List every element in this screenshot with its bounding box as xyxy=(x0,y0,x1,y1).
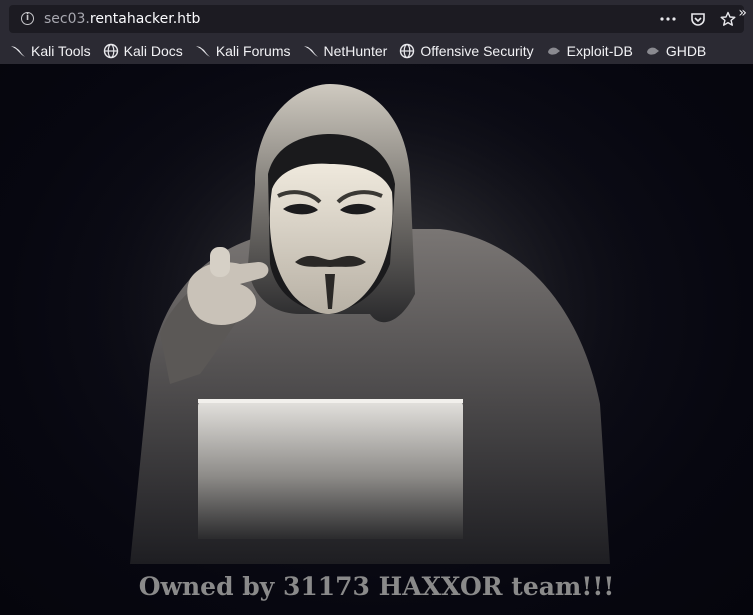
bookmark-offensive-security[interactable]: Offensive Security xyxy=(399,43,534,59)
bookmarks-overflow-button[interactable]: » xyxy=(738,5,747,21)
bookmark-label: Kali Tools xyxy=(31,43,91,59)
bookmark-ghdb[interactable]: GHDB xyxy=(645,43,706,59)
url-subdomain: sec03. xyxy=(44,11,90,27)
hooded-hacker-image xyxy=(70,64,670,564)
url-text[interactable]: sec03.rentahacker.htb xyxy=(44,11,200,27)
bookmark-kali-forums[interactable]: Kali Forums xyxy=(195,43,291,59)
bookmarks-toolbar: Kali Tools Kali Docs Kali Forums NetHunter O… xyxy=(0,38,753,64)
kali-dragon-icon xyxy=(303,43,319,59)
page-content: Owned by 31173 HAXXOR team!!! xyxy=(0,64,753,615)
bookmark-exploit-db[interactable]: Exploit-DB xyxy=(546,43,633,59)
browser-chrome: i sec03.rentahacker.htb Kali Tools Kali D… xyxy=(0,0,753,64)
site-info-icon[interactable]: i xyxy=(21,12,34,25)
bookmark-nethunter[interactable]: NetHunter xyxy=(303,43,388,59)
bookmark-label: Kali Docs xyxy=(123,43,183,59)
globe-icon xyxy=(103,43,119,59)
bookmark-label: Kali Forums xyxy=(215,43,291,59)
bookmark-kali-docs[interactable]: Kali Docs xyxy=(103,43,183,59)
url-domain: rentahacker.htb xyxy=(89,11,201,27)
bookmark-label: GHDB xyxy=(665,43,707,59)
defacement-message: Owned by 31173 HAXXOR team!!! xyxy=(138,572,615,601)
globe-icon xyxy=(399,43,415,59)
bookmark-star-icon[interactable] xyxy=(718,9,738,29)
kali-dragon-icon xyxy=(195,43,211,59)
bookmark-label: Offensive Security xyxy=(420,43,534,59)
exploit-db-icon xyxy=(645,43,661,59)
bookmark-label: Exploit-DB xyxy=(566,43,633,59)
url-actions xyxy=(658,8,738,30)
page-actions-icon[interactable] xyxy=(658,9,678,29)
pocket-icon[interactable] xyxy=(688,9,708,29)
bookmark-kali-tools[interactable]: Kali Tools xyxy=(10,43,91,59)
bookmark-label: NetHunter xyxy=(323,43,388,59)
exploit-db-icon xyxy=(546,43,562,59)
kali-dragon-icon xyxy=(10,43,26,59)
url-bar[interactable]: i sec03.rentahacker.htb xyxy=(9,5,744,33)
